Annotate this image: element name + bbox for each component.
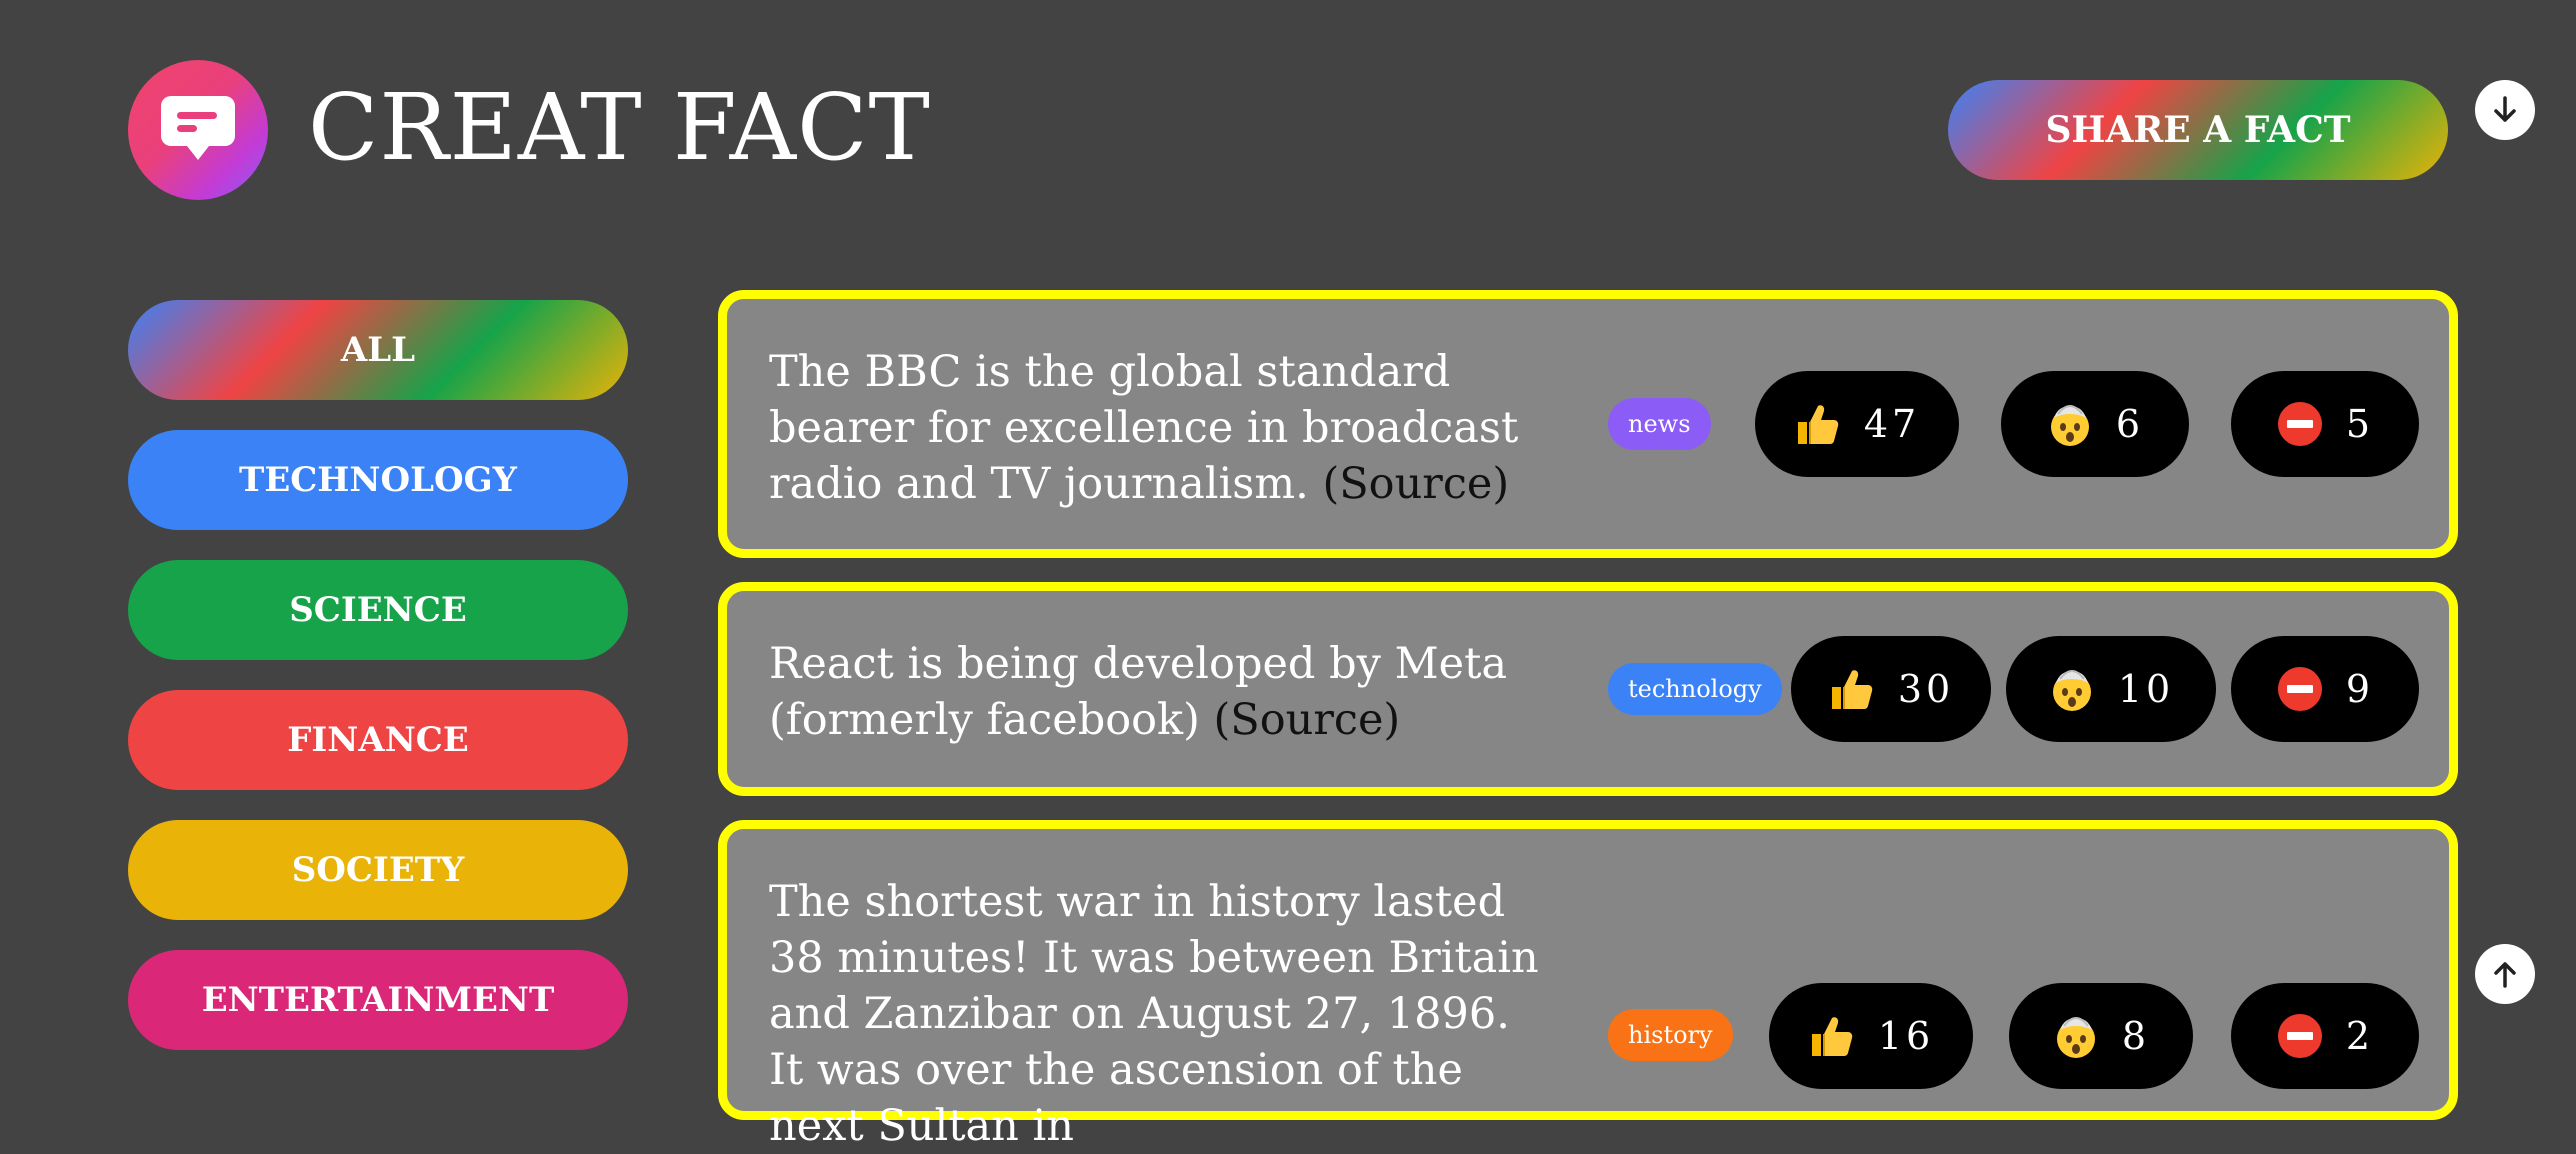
vote-count: 47 — [1863, 402, 1921, 446]
fact-text-block: React is being developed by Meta (former… — [769, 636, 1549, 748]
vote-interesting-button[interactable]: 47 — [1755, 371, 1959, 477]
category-finance-button[interactable]: FINANCE — [128, 690, 628, 790]
vote-count: 5 — [2345, 402, 2375, 446]
category-tag: technology — [1608, 663, 1782, 715]
no-entry-icon — [2276, 665, 2324, 713]
app-header: CREAT FACT SHARE A FACT — [128, 60, 2448, 200]
vote-false-button[interactable]: 2 — [2231, 983, 2419, 1089]
category-society-button[interactable]: SOCIETY — [128, 820, 628, 920]
vote-count: 6 — [2115, 402, 2145, 446]
fact-list: The BBC is the global standard bearer fo… — [718, 290, 2458, 1151]
thumbs-up-icon — [1828, 665, 1876, 713]
vote-false-button[interactable]: 9 — [2231, 636, 2419, 742]
category-science-button[interactable]: SCIENCE — [128, 560, 628, 660]
no-entry-icon — [2276, 1012, 2324, 1060]
fact-card: The shortest war in history lasted 38 mi… — [718, 820, 2458, 1151]
vote-count: 2 — [2345, 1014, 2375, 1058]
arrow-down-icon[interactable] — [2475, 80, 2535, 140]
thumbs-up-icon — [1808, 1012, 1856, 1060]
share-fact-button[interactable]: SHARE A FACT — [1948, 80, 2448, 180]
vote-count: 10 — [2117, 667, 2175, 711]
vote-interesting-button[interactable]: 16 — [1769, 983, 1973, 1089]
mind-blown-icon — [2046, 400, 2094, 448]
vote-mindblowing-button[interactable]: 8 — [2009, 983, 2193, 1089]
arrow-up-icon[interactable] — [2475, 944, 2535, 1004]
vote-interesting-button[interactable]: 30 — [1791, 636, 1991, 742]
vote-count: 9 — [2345, 667, 2375, 711]
fact-card: React is being developed by Meta (former… — [718, 582, 2458, 796]
category-tag: news — [1608, 398, 1711, 450]
vote-count: 30 — [1897, 667, 1955, 711]
category-technology-button[interactable]: TECHNOLOGY — [128, 430, 628, 530]
vote-false-button[interactable]: 5 — [2231, 371, 2419, 477]
thumbs-up-icon — [1794, 400, 1842, 448]
category-entertainment-button[interactable]: ENTERTAINMENT — [128, 950, 628, 1050]
category-sidebar: ALL TECHNOLOGY SCIENCE FINANCE SOCIETY E… — [128, 300, 628, 1080]
vote-mindblowing-button[interactable]: 6 — [2001, 371, 2189, 477]
category-all-button[interactable]: ALL — [128, 300, 628, 400]
vote-count: 16 — [1877, 1014, 1935, 1058]
source-link[interactable]: (Source) — [1322, 459, 1509, 509]
fact-text: The shortest war in history lasted 38 mi… — [769, 877, 1539, 1151]
vote-mindblowing-button[interactable]: 10 — [2006, 636, 2216, 742]
vote-count: 8 — [2121, 1014, 2151, 1058]
app-title: CREAT FACT — [308, 74, 931, 181]
source-link[interactable]: (Source) — [1214, 695, 1401, 745]
mind-blown-icon — [2048, 665, 2096, 713]
no-entry-icon — [2276, 400, 2324, 448]
fact-text-block: The shortest war in history lasted 38 mi… — [769, 874, 1549, 1154]
mind-blown-icon — [2052, 1012, 2100, 1060]
fact-card: The BBC is the global standard bearer fo… — [718, 290, 2458, 558]
fact-text-block: The BBC is the global standard bearer fo… — [769, 344, 1549, 512]
category-tag: history — [1608, 1009, 1733, 1061]
chat-bubble-icon — [128, 60, 268, 200]
